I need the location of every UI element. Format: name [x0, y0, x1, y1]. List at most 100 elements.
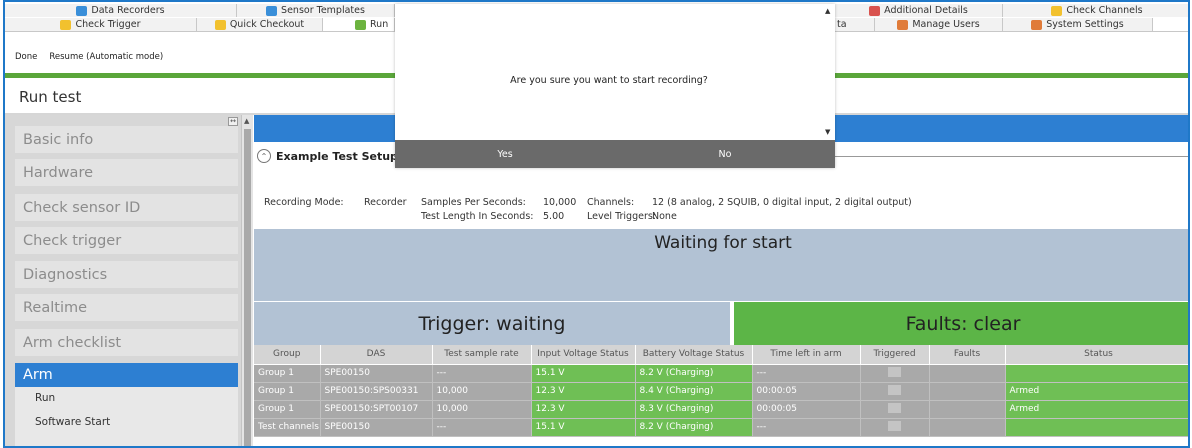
cell-faults	[929, 364, 1006, 383]
setup-header[interactable]: ⌃ Example Test Setup	[257, 149, 398, 163]
channels-label: Channels:	[587, 197, 635, 208]
col-header-battery-voltage-status[interactable]: Battery Voltage Status	[635, 345, 753, 365]
test-length-label: Test Length In Seconds:	[421, 211, 534, 222]
app-window: Data Recorders Sensor Templates Addition…	[3, 0, 1190, 448]
cell-sample-rate: 10,000	[432, 400, 532, 419]
scroll-up-icon[interactable]: ▲	[244, 117, 249, 125]
no-button[interactable]: No	[615, 140, 835, 168]
sidebar-item-hardware[interactable]: Hardware	[15, 159, 238, 186]
cell-triggered	[860, 400, 930, 419]
check-trigger-icon	[60, 19, 72, 30]
faults-status-panel: Faults: clear	[734, 302, 1188, 345]
tab-data-recorders[interactable]: Data Recorders	[5, 4, 237, 17]
cell-group: Group 1	[254, 364, 321, 383]
cell-faults	[929, 382, 1006, 401]
cell-sample-rate: ---	[432, 364, 532, 383]
scroll-down-icon[interactable]: ▼	[825, 128, 830, 136]
chevron-up-icon[interactable]: ⌃	[257, 149, 271, 163]
sidebar-subitem-software-start[interactable]: Software Start	[35, 416, 110, 428]
col-header-input-voltage-status[interactable]: Input Voltage Status	[531, 345, 636, 365]
tab-system-settings[interactable]: System Settings	[1003, 18, 1153, 31]
yes-button[interactable]: Yes	[395, 140, 615, 168]
col-header-triggered[interactable]: Triggered	[860, 345, 930, 365]
data-recorders-icon	[76, 5, 88, 16]
cell-time-left: 00:00:05	[752, 400, 861, 419]
tab-additional-details[interactable]: Additional Details	[835, 4, 1003, 17]
cell-group: Group 1	[254, 400, 321, 419]
trigger-status-panel: Trigger: waiting	[254, 302, 730, 345]
sidebar-item-diagnostics[interactable]: Diagnostics	[15, 261, 238, 288]
channels-value: 12 (8 analog, 2 SQUIB, 0 digital input, …	[652, 197, 912, 208]
samples-per-second-label: Samples Per Seconds:	[421, 197, 526, 208]
level-triggers-value: None	[652, 211, 677, 222]
sidebar-item-check-trigger[interactable]: Check trigger	[15, 227, 238, 254]
dialog-button-bar: Yes No	[395, 140, 835, 168]
dialog-content: Are you sure you want to start recording…	[395, 4, 823, 140]
sidebar-item-check-sensor-id[interactable]: Check sensor ID	[15, 194, 238, 221]
level-triggers-label: Level Triggers:	[587, 211, 657, 222]
scroll-up-icon[interactable]: ▲	[825, 7, 830, 15]
col-header-time-left-in-arm[interactable]: Time left in arm	[752, 345, 861, 365]
cell-das: SPE00150	[320, 364, 433, 383]
system-settings-icon	[1031, 19, 1043, 30]
cell-input-voltage: 12.3 V	[531, 382, 636, 401]
col-header-test-sample-rate[interactable]: Test sample rate	[432, 345, 532, 365]
col-header-status[interactable]: Status	[1005, 345, 1188, 365]
col-header-das[interactable]: DAS	[320, 345, 433, 365]
samples-per-second-value: 10,000	[543, 197, 577, 208]
page-title: Run test	[19, 88, 82, 106]
tab-data[interactable]: ta	[835, 18, 875, 31]
cell-das: SPE00150:SPT00107	[320, 400, 433, 419]
table-row[interactable]: Group 1 SPE00150 --- 15.1 V 8.2 V (Charg…	[254, 364, 1188, 383]
col-header-group[interactable]: Group	[254, 345, 321, 365]
cell-status	[1005, 418, 1188, 437]
cell-triggered	[860, 364, 930, 383]
cell-status: Armed	[1005, 382, 1188, 401]
dialog-scrollbar[interactable]: ▲ ▼	[823, 4, 835, 140]
resume-button[interactable]: Resume (Automatic mode)	[49, 52, 163, 62]
cell-das: SPE00150:SPS00331	[320, 382, 433, 401]
cell-input-voltage: 15.1 V	[531, 418, 636, 437]
cell-faults	[929, 400, 1006, 419]
cell-status	[1005, 364, 1188, 383]
table-row[interactable]: Group 1 SPE00150:SPT00107 10,000 12.3 V …	[254, 400, 1188, 419]
quick-checkout-icon	[214, 19, 226, 30]
setup-title: Example Test Setup	[276, 149, 398, 163]
cell-group: Test channels	[254, 418, 321, 437]
done-button[interactable]: Done	[15, 52, 37, 62]
sidebar-scroll-thumb[interactable]	[244, 129, 251, 446]
cell-input-voltage: 15.1 V	[531, 364, 636, 383]
check-channels-icon	[1051, 5, 1063, 16]
tab-check-channels[interactable]: Check Channels	[1003, 4, 1188, 17]
cell-battery-voltage: 8.2 V (Charging)	[635, 418, 753, 437]
sidebar-item-basic-info[interactable]: Basic info	[15, 126, 238, 153]
dialog-message: Are you sure you want to start recording…	[510, 75, 708, 86]
collapse-sidebar-button[interactable]: ↔	[228, 117, 238, 126]
additional-details-icon	[869, 5, 881, 16]
sidebar-item-arm[interactable]: Arm	[15, 363, 238, 387]
cell-battery-voltage: 8.3 V (Charging)	[635, 400, 753, 419]
run-icon	[355, 19, 366, 30]
sidebar-scrollbar[interactable]: ▲	[241, 115, 253, 446]
cell-sample-rate: 10,000	[432, 382, 532, 401]
recording-mode-value: Recorder	[364, 197, 407, 208]
cell-time-left: ---	[752, 364, 861, 383]
tab-run[interactable]: Run	[323, 18, 395, 31]
col-header-faults[interactable]: Faults	[929, 345, 1006, 365]
table-header-row: Group DAS Test sample rate Input Voltage…	[254, 345, 1188, 365]
table-row[interactable]: Group 1 SPE00150:SPS00331 10,000 12.3 V …	[254, 382, 1188, 401]
tab-sensor-templates[interactable]: Sensor Templates	[237, 4, 395, 17]
sidebar-item-arm-checklist[interactable]: Arm checklist	[15, 329, 238, 356]
sidebar-item-realtime[interactable]: Realtime	[15, 294, 238, 321]
manage-users-icon	[897, 19, 909, 30]
tab-quick-checkout[interactable]: Quick Checkout	[197, 18, 323, 31]
triggered-indicator	[888, 384, 901, 395]
cell-battery-voltage: 8.2 V (Charging)	[635, 364, 753, 383]
recording-mode-label: Recording Mode:	[264, 197, 344, 208]
triggered-indicator	[888, 402, 901, 413]
cell-input-voltage: 12.3 V	[531, 400, 636, 419]
tab-manage-users[interactable]: Manage Users	[875, 18, 1003, 31]
tab-check-trigger[interactable]: Check Trigger	[5, 18, 197, 31]
sidebar-subitem-run[interactable]: Run	[35, 392, 55, 404]
table-row[interactable]: Test channels SPE00150 --- 15.1 V 8.2 V …	[254, 418, 1188, 437]
